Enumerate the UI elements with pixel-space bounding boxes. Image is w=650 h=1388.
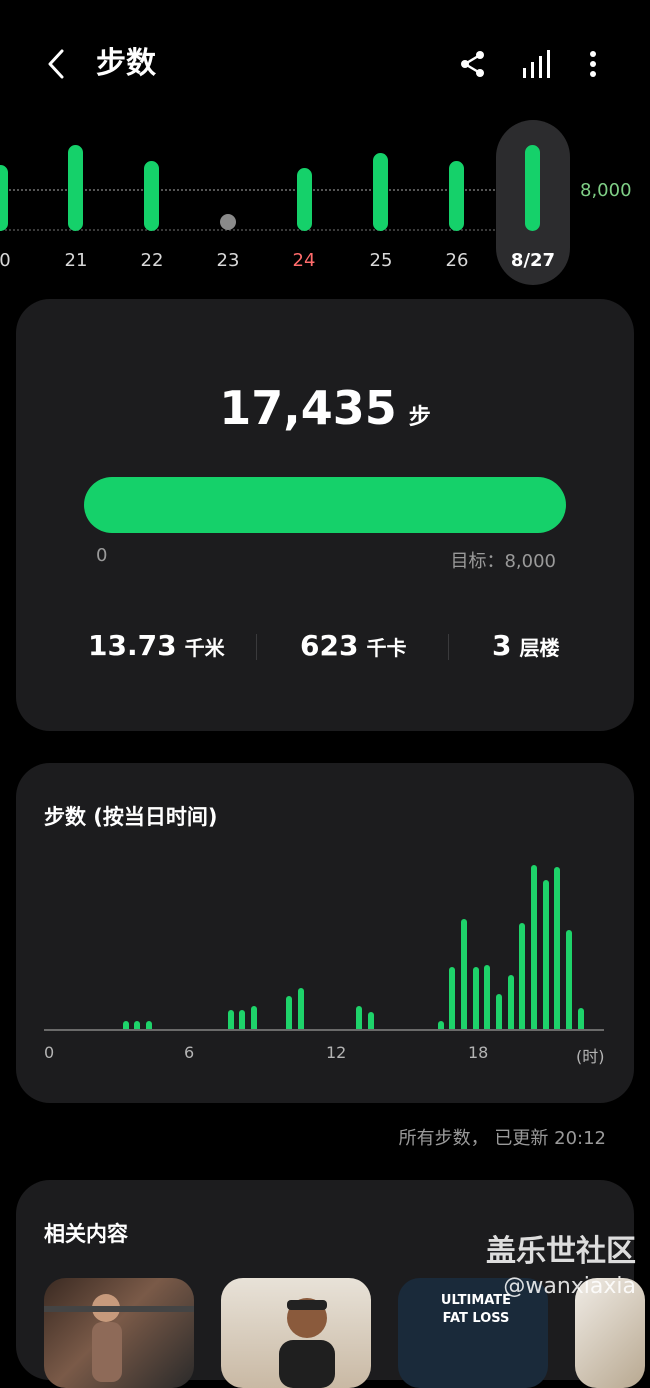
hour-bar [496,994,502,1029]
day-bar[interactable] [68,145,83,231]
related-thumb-2[interactable] [221,1278,371,1388]
hourly-steps-card[interactable]: 步数 (按当日时间) 0 6 12 18 (时) [16,763,634,1103]
goal-progress-bar [84,477,566,533]
steps-total: 17,435 步 [16,381,634,435]
distance-value: 13.73 [88,629,177,662]
hour-bar [554,867,560,1029]
goal-label: 8,000 [580,180,632,201]
summary-card: 17,435 步 0 目标：8,000 13.73 千米 623 千卡 3 层楼 [16,299,634,731]
share-icon [461,51,484,77]
x-tick: 0 [44,1043,55,1062]
day-label: 23 [216,250,240,271]
steps-unit: 步 [408,405,431,430]
related-thumb-1[interactable] [44,1278,194,1388]
hour-bar [438,1021,444,1029]
floors-unit: 层楼 [519,636,560,660]
floors-stat: 3 层楼 [492,629,559,662]
hour-bar [543,880,549,1029]
hour-bar [134,1021,140,1029]
hour-bar [286,996,292,1029]
hour-bar [473,967,479,1029]
chart-view-button[interactable] [518,44,554,84]
hour-bar [531,865,537,1029]
hour-bar [239,1010,245,1029]
hour-bar [298,988,304,1029]
floors-value: 3 [492,629,512,662]
day-label: 26 [445,250,469,271]
daily-steps-strip[interactable]: 8,000 0 21 22 23 24 25 26 8/27 [0,110,650,295]
hourly-chart-title: 步数 (按当日时间) [44,805,218,829]
hourly-bar-chart [44,853,604,1031]
hour-bar [566,930,572,1029]
watermark-line1: 盖乐世社区 [486,1234,636,1269]
x-tick: 6 [184,1043,195,1062]
watermark: 盖乐世社区 @wanxiaxia [486,1232,636,1302]
day-no-data-dot[interactable] [220,214,236,230]
day-bar[interactable] [373,153,388,231]
progress-goal-label: 目标：8,000 [450,551,556,572]
distance-stat: 13.73 千米 [88,629,225,662]
more-vertical-icon [590,51,596,77]
share-button[interactable] [455,44,491,84]
last-updated-note: 所有步数， 已更新 20:12 [398,1128,606,1149]
divider [256,634,257,660]
x-tick: 12 [326,1043,347,1062]
calories-unit: 千卡 [366,636,407,660]
chevron-left-icon [48,49,64,79]
hour-bar [228,1010,234,1029]
hour-bar [449,967,455,1029]
calories-value: 623 [300,629,359,662]
bar-chart-icon [523,50,550,78]
hour-bar [484,965,490,1029]
day-label: 25 [369,250,393,271]
hour-bar [461,919,467,1029]
watermark-line2: @wanxiaxia [503,1274,636,1299]
day-label: 24 [292,250,316,271]
x-tick: 18 [468,1043,489,1062]
day-bar[interactable] [144,161,159,231]
chart-baseline [44,1029,604,1031]
steps-value: 17,435 [219,381,397,435]
day-bar[interactable] [297,168,312,231]
day-label-selected: 8/27 [510,250,556,271]
more-options-button[interactable] [578,44,608,84]
back-button[interactable] [38,44,74,84]
related-title: 相关内容 [44,1222,128,1246]
calories-stat: 623 千卡 [300,629,406,662]
hour-bar [508,975,514,1029]
hour-bar [123,1021,129,1029]
x-tick: (时) [576,1047,605,1066]
hour-bar [578,1008,584,1029]
divider [448,634,449,660]
day-bar[interactable] [449,161,464,231]
day-label: 21 [64,250,88,271]
hour-bar [519,923,525,1029]
distance-unit: 千米 [184,636,225,660]
hour-bar [251,1006,257,1029]
day-bar[interactable] [0,165,8,231]
hour-bar [146,1021,152,1029]
day-label: 22 [140,250,164,271]
coach-image [279,1298,335,1388]
day-bar-selected[interactable] [525,145,540,231]
workout-image [44,1294,194,1382]
day-label: 0 [0,250,11,271]
progress-min-label: 0 [96,545,108,566]
hour-bar [356,1006,362,1029]
page-title: 步数 [96,46,156,81]
hour-bar [368,1012,374,1029]
